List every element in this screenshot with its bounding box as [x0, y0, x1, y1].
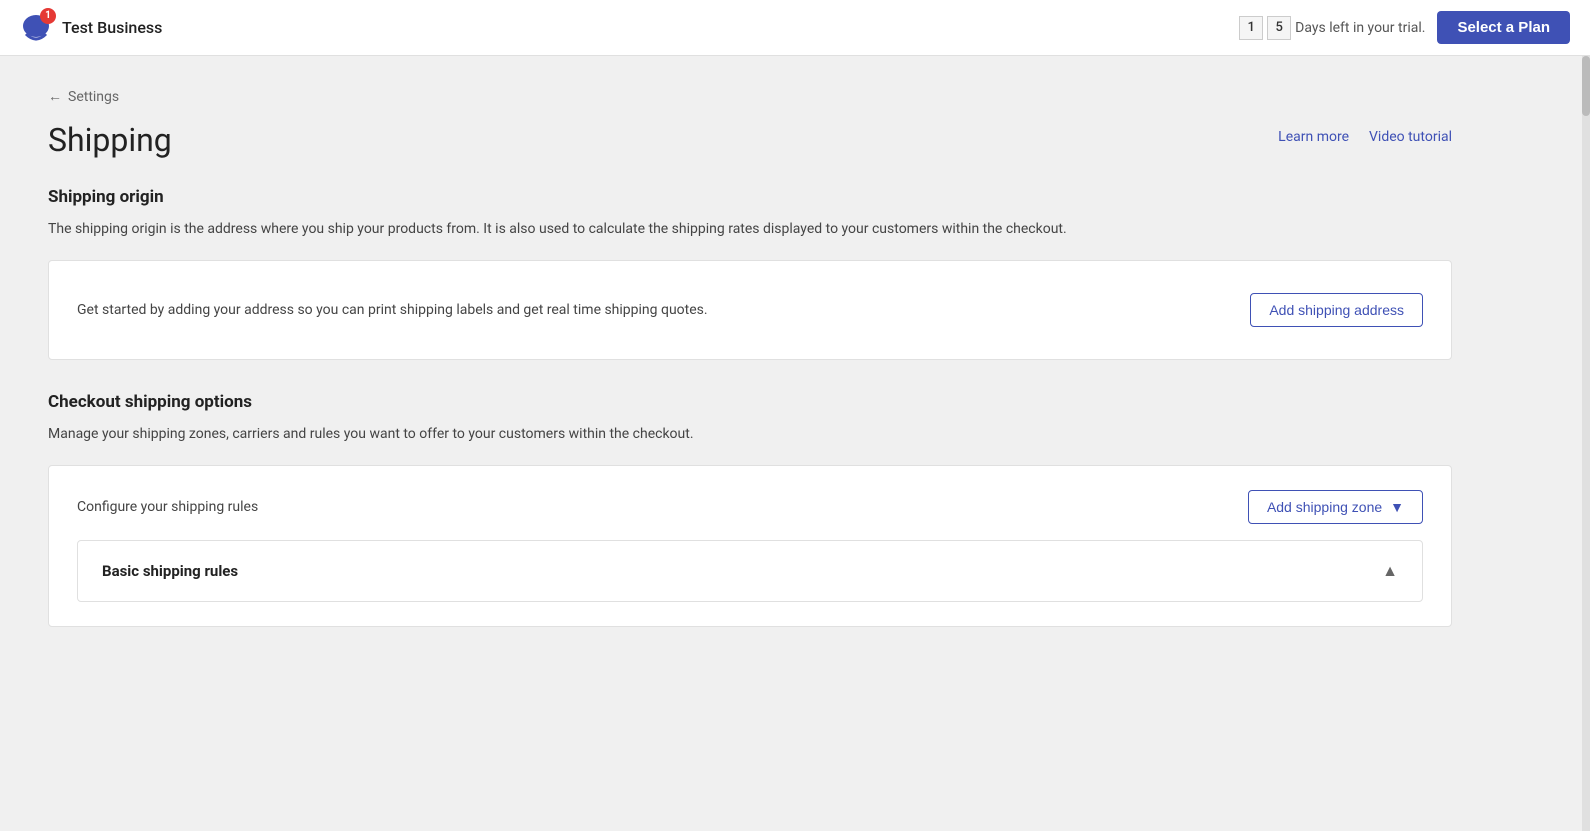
notification-badge: 1: [40, 8, 56, 24]
topnav-left: 1 Test Business: [20, 12, 162, 44]
shipping-origin-card-text: Get started by adding your address so yo…: [77, 300, 708, 321]
learn-more-link[interactable]: Learn more: [1278, 129, 1349, 145]
chevron-up-icon[interactable]: ▲: [1382, 561, 1398, 581]
zone-card: Configure your shipping rules Add shippi…: [48, 465, 1452, 627]
trial-info: 1 5 Days left in your trial.: [1239, 16, 1425, 40]
back-arrow-icon: ←: [48, 88, 62, 105]
back-link-label: Settings: [68, 89, 119, 105]
shipping-origin-section: Shipping origin The shipping origin is t…: [48, 187, 1452, 360]
configure-shipping-text: Configure your shipping rules: [77, 499, 258, 515]
trial-digit-2: 5: [1267, 16, 1291, 40]
basic-rules-title: Basic shipping rules: [102, 562, 238, 580]
add-shipping-zone-label: Add shipping zone: [1267, 499, 1382, 515]
main-content: ← Settings Shipping Learn more Video tut…: [0, 56, 1500, 675]
back-link[interactable]: ← Settings: [48, 88, 1452, 105]
shipping-origin-card-row: Get started by adding your address so yo…: [77, 293, 1423, 327]
dropdown-arrow-icon: ▼: [1390, 499, 1404, 515]
add-shipping-address-button[interactable]: Add shipping address: [1250, 293, 1423, 327]
topnav-right: 1 5 Days left in your trial. Select a Pl…: [1239, 11, 1570, 44]
page-header-links: Learn more Video tutorial: [1278, 129, 1452, 145]
logo-icon[interactable]: 1: [20, 12, 52, 44]
shipping-origin-description: The shipping origin is the address where…: [48, 219, 1452, 240]
checkout-shipping-section: Checkout shipping options Manage your sh…: [48, 392, 1452, 627]
basic-rules-header: Basic shipping rules ▲: [102, 561, 1398, 581]
business-name: Test Business: [62, 18, 162, 37]
topnav: 1 Test Business 1 5 Days left in your tr…: [0, 0, 1590, 56]
checkout-shipping-description: Manage your shipping zones, carriers and…: [48, 424, 1452, 445]
checkout-shipping-title: Checkout shipping options: [48, 392, 1452, 412]
trial-digit-1: 1: [1239, 16, 1263, 40]
zone-card-header: Configure your shipping rules Add shippi…: [77, 490, 1423, 524]
scrollbar-track[interactable]: [1582, 56, 1590, 831]
shipping-origin-card: Get started by adding your address so yo…: [48, 260, 1452, 360]
video-tutorial-link[interactable]: Video tutorial: [1369, 129, 1452, 145]
select-plan-button[interactable]: Select a Plan: [1437, 11, 1570, 44]
shipping-origin-title: Shipping origin: [48, 187, 1452, 207]
page-title: Shipping: [48, 121, 172, 159]
basic-rules-card: Basic shipping rules ▲: [77, 540, 1423, 602]
scrollbar-thumb[interactable]: [1582, 56, 1590, 116]
add-shipping-zone-button[interactable]: Add shipping zone ▼: [1248, 490, 1423, 524]
trial-text: Days left in your trial.: [1295, 20, 1425, 36]
page-header: Shipping Learn more Video tutorial: [48, 121, 1452, 159]
